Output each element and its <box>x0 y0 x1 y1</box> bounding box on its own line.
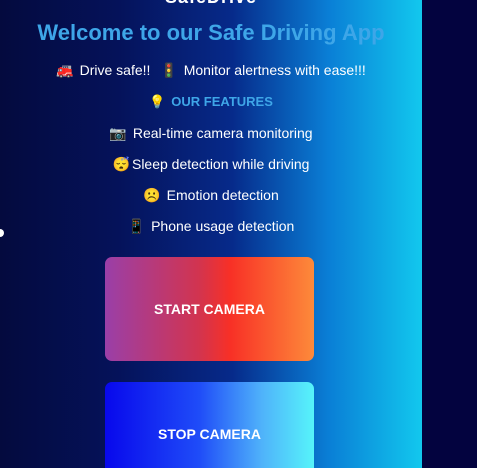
lightbulb-icon: 💡 <box>149 94 166 109</box>
features-heading-label: OUR FEATURES <box>171 94 273 109</box>
feature-label: Sleep detection while driving <box>131 156 310 172</box>
traffic-light-icon: 🚦 <box>160 62 178 78</box>
feature-item: 😴 Sleep detection while driving <box>0 156 422 173</box>
app-title: SafeDrive <box>0 0 422 8</box>
start-camera-button[interactable]: START CAMERA <box>105 257 314 361</box>
feature-label: Emotion detection <box>166 187 279 203</box>
tagline-monitor: Monitor alertness with ease!!! <box>183 62 366 78</box>
tagline: 🚒 Drive safe!! 🚦 Monitor alertness with ea… <box>0 62 422 79</box>
start-camera-label: START CAMERA <box>154 301 265 317</box>
camera-icon: 📷 <box>109 125 127 141</box>
sleeping-face-icon: 😴 <box>112 156 130 172</box>
features-heading: 💡 OUR FEATURES <box>0 94 422 110</box>
feature-item: 📷 Real-time camera monitoring <box>0 125 422 142</box>
fire-truck-icon: 🚒 <box>56 62 74 78</box>
feature-label: Real-time camera monitoring <box>132 125 313 141</box>
main-panel: SafeDrive Welcome to our Safe Driving Ap… <box>0 0 422 468</box>
stop-camera-label: STOP CAMERA <box>158 426 261 442</box>
welcome-heading: Welcome to our Safe Driving App <box>37 20 385 45</box>
page: SafeDrive Welcome to our Safe Driving Ap… <box>0 0 477 468</box>
feature-item: ☹️ Emotion detection <box>0 187 422 204</box>
stop-camera-button[interactable]: STOP CAMERA <box>105 382 314 468</box>
feature-item: 📱 Phone usage detection <box>0 218 422 235</box>
tagline-drive-safe: Drive safe!! <box>79 62 151 78</box>
feature-label: Phone usage detection <box>151 218 295 234</box>
frowning-face-icon: ☹️ <box>143 187 161 203</box>
mobile-phone-icon: 📱 <box>127 218 146 234</box>
